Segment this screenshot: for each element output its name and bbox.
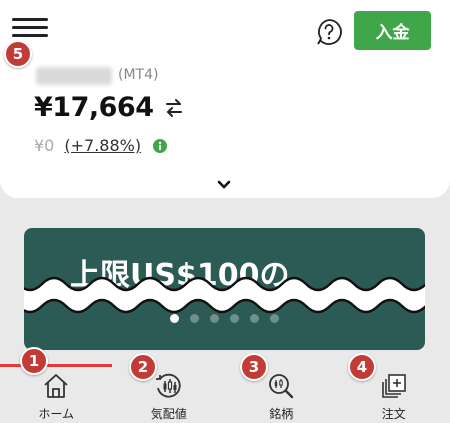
profit-loss-percent[interactable]: (+7.88%) (64, 136, 141, 155)
annotation-badge-3: 3 (240, 353, 268, 381)
annotation-badge-5: 5 (4, 40, 32, 68)
carousel-dot[interactable] (250, 314, 259, 323)
symbol-search-icon (269, 374, 294, 399)
balance-row: ¥17,664 (34, 92, 183, 123)
tab-label: 気配値 (150, 407, 187, 421)
account-type-label: (MT4) (118, 67, 159, 83)
carousel-dot[interactable] (170, 314, 179, 323)
carousel-dot[interactable] (270, 314, 279, 323)
promo-banner[interactable]: 上限US$100の (24, 228, 425, 350)
tab-home[interactable]: ホーム (0, 367, 113, 423)
carousel-dot[interactable] (230, 314, 239, 323)
chevron-down-icon[interactable] (217, 180, 231, 190)
home-icon (44, 374, 68, 398)
profit-loss-value: ¥0 (34, 136, 55, 155)
deposit-button[interactable]: 入金 (354, 11, 431, 50)
account-name-redacted (36, 67, 112, 85)
order-icon (381, 374, 406, 398)
annotation-badge-2: 2 (129, 353, 157, 381)
bottom-tab-bar: ホーム 気配値 銘柄 注文 (0, 367, 450, 423)
carousel-dots (24, 314, 425, 323)
swap-currency-icon[interactable] (165, 98, 183, 118)
annotation-badge-4: 4 (348, 353, 376, 381)
annotation-badge-1: 1 (20, 347, 48, 375)
tab-quotes[interactable]: 気配値 (113, 367, 226, 423)
carousel-dot[interactable] (210, 314, 219, 323)
info-icon[interactable] (153, 138, 168, 153)
balance-value: ¥17,664 (34, 92, 154, 123)
screenshot-cut-marker (24, 276, 425, 314)
question-circle-icon[interactable] (314, 17, 344, 47)
quotes-icon (155, 373, 181, 398)
carousel-dot[interactable] (190, 314, 199, 323)
tab-label: 銘柄 (269, 407, 294, 421)
tab-label: ホーム (38, 407, 75, 421)
profit-loss-row: ¥0 (+7.88%) (34, 136, 168, 155)
account-card: 入金 (MT4) ¥17,664 ¥0 (+7.88%) (0, 0, 450, 198)
tab-label: 注文 (381, 407, 406, 421)
